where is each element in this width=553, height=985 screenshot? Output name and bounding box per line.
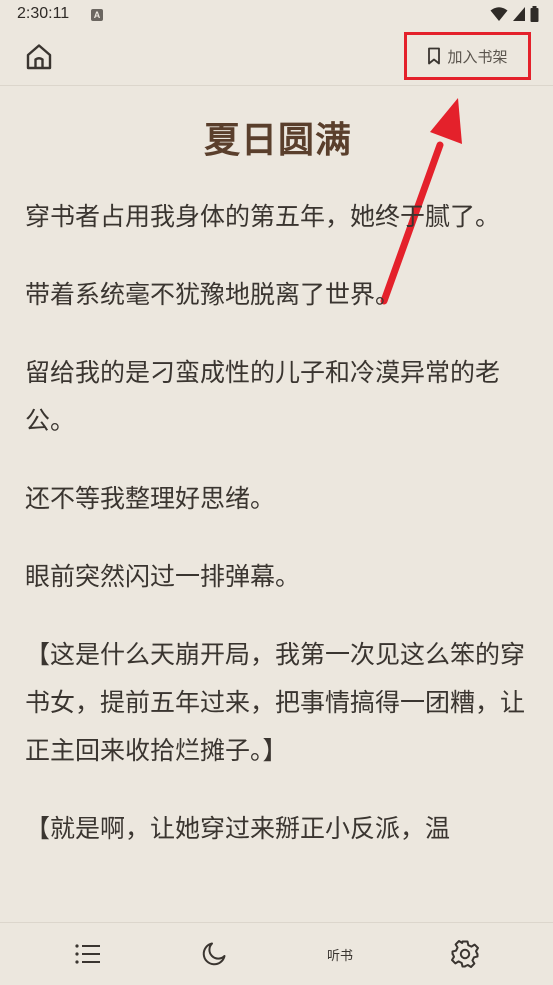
signal-icon [513,7,525,21]
night-mode-button[interactable] [199,939,229,969]
add-to-shelf-button[interactable]: 加入书架 [404,32,531,80]
reader-topbar: 加入书架 [0,30,553,86]
chapter-title: 夏日圆满 [203,120,352,161]
paragraph: 还不等我整理好思绪。 [25,484,276,513]
paragraph: 【就是啊，让她穿过来掰正小反派，温 [25,814,451,843]
moon-icon [202,942,226,966]
paragraph: 带着系统毫不犹豫地脱离了世界。 [25,280,401,309]
listen-label: 听书 [326,948,353,964]
battery-icon [530,6,539,22]
status-icons [490,6,539,22]
chapter-content: 夏日圆满 穿书者占用我身体的第五年，她终于腻了。 带着系统毫不犹豫地脱离了世界。… [25,86,531,853]
listen-button[interactable]: 听书 [324,939,356,969]
a-icon: A [91,9,103,21]
list-icon [75,944,100,964]
wifi-icon [490,7,508,21]
paragraph: 留给我的是刁蛮成性的儿子和冷漠异常的老公。 [25,358,501,435]
toc-button[interactable] [73,939,103,969]
bookmark-icon [428,47,441,65]
settings-button[interactable] [450,939,480,969]
paragraph: 眼前突然闪过一排弹幕。 [25,562,301,591]
paragraph: 【这是什么天崩开局，我第一次见这么笨的穿书女，提前五年过来，把事情搞得一团糟，让… [25,640,526,765]
status-time: 2:30:11 [17,5,70,22]
reader-bottom-toolbar: 听书 [0,922,553,985]
home-button[interactable] [24,42,54,72]
paragraph: 穿书者占用我身体的第五年，她终于腻了。 [25,202,501,231]
home-icon [26,44,52,70]
status-bar: 2:30:11 A [0,0,553,30]
add-to-shelf-label: 加入书架 [447,47,508,66]
gear-icon [451,940,479,968]
